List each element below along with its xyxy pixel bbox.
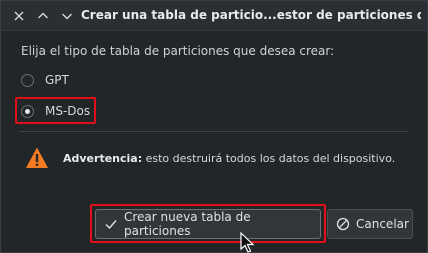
mouse-cursor-icon xyxy=(239,231,259,253)
warning-icon xyxy=(25,146,49,170)
prompt-label: Elija el tipo de tabla de particiones qu… xyxy=(21,44,335,58)
window-title: Crear una tabla de particio...estor de p… xyxy=(81,8,421,22)
warning-message: Advertencia: esto destruirá todos los da… xyxy=(63,152,395,165)
chevron-down-icon[interactable] xyxy=(58,7,76,25)
radio-option-gpt[interactable]: GPT xyxy=(21,70,69,90)
radio-option-msdos[interactable]: MS-Dos xyxy=(21,101,90,121)
close-icon[interactable] xyxy=(10,7,28,25)
chevron-up-icon[interactable] xyxy=(34,7,52,25)
dialog-window: Crear una tabla de particio...estor de p… xyxy=(0,0,428,253)
radio-button-msdos[interactable] xyxy=(21,104,34,118)
separator xyxy=(19,131,409,132)
create-button-label: Crear nueva tabla de particiones xyxy=(124,210,251,238)
checkmark-icon xyxy=(105,220,117,230)
titlebar: Crear una tabla de particio...estor de p… xyxy=(1,1,427,31)
radio-label-msdos: MS-Dos xyxy=(45,104,91,118)
warning-body: esto destruirá todos los datos del dispo… xyxy=(142,152,396,165)
radio-label-gpt: GPT xyxy=(45,73,69,87)
create-partition-table-button[interactable]: Crear nueva tabla de particiones xyxy=(95,209,321,239)
cancel-button[interactable]: Cancelar xyxy=(327,209,413,239)
radio-button-gpt[interactable] xyxy=(21,73,34,87)
cancel-icon xyxy=(336,217,350,231)
warning-title: Advertencia: xyxy=(63,152,143,165)
cancel-button-label: Cancelar xyxy=(356,217,409,231)
